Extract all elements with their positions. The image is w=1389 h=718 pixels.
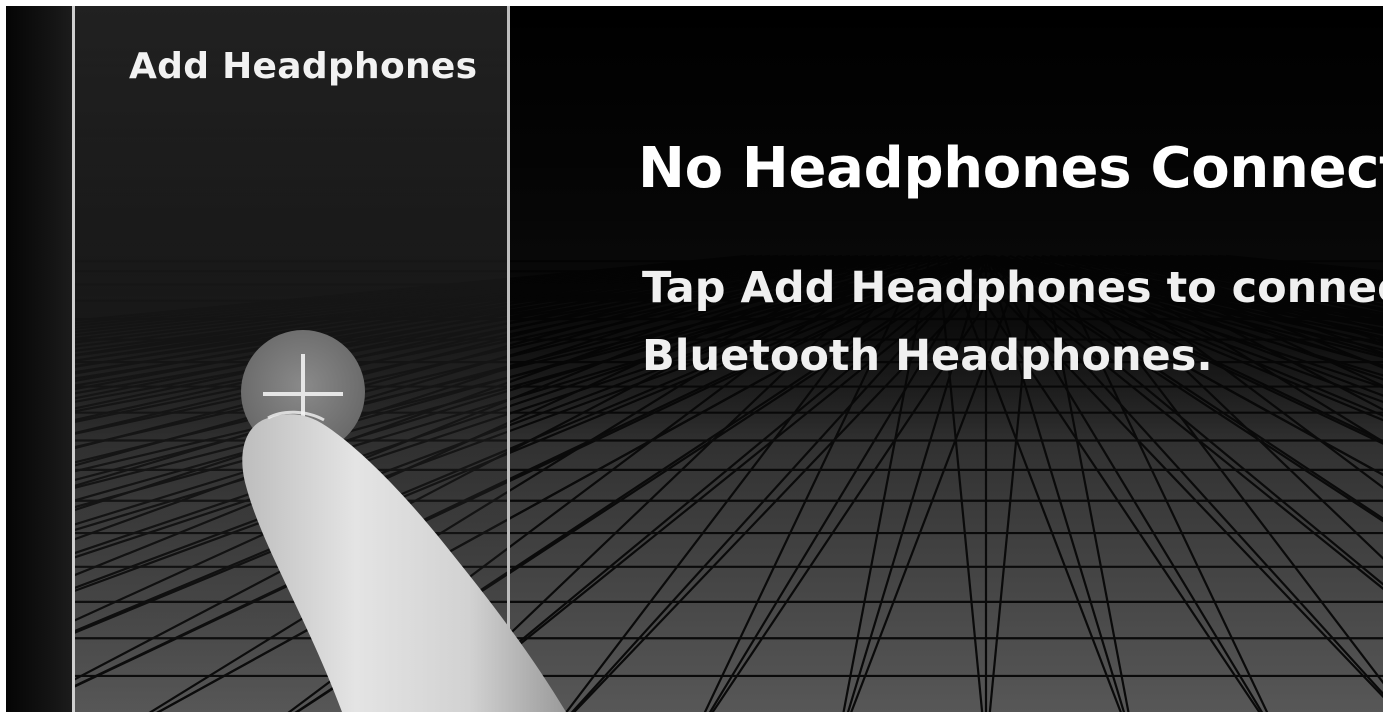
status-line-2: Bluetooth Headphones. (642, 331, 1213, 381)
add-headphones-panel: Add Headphones (72, 6, 510, 712)
status-description: Tap Add Headphones to connect Bluetooth … (642, 254, 1383, 390)
add-headphones-button[interactable] (241, 330, 365, 454)
status-title: No Headphones Connected (638, 136, 1383, 201)
screen-bezel (6, 6, 72, 712)
status-line-1: Tap Add Headphones to connect (642, 263, 1383, 313)
headphones-status: No Headphones Connected Tap Add Headphon… (638, 136, 1383, 416)
screen: Add Headphones No Headphones Connected T… (6, 6, 1383, 712)
add-headphones-label: Add Headphones (129, 46, 478, 87)
plus-icon (263, 354, 343, 434)
